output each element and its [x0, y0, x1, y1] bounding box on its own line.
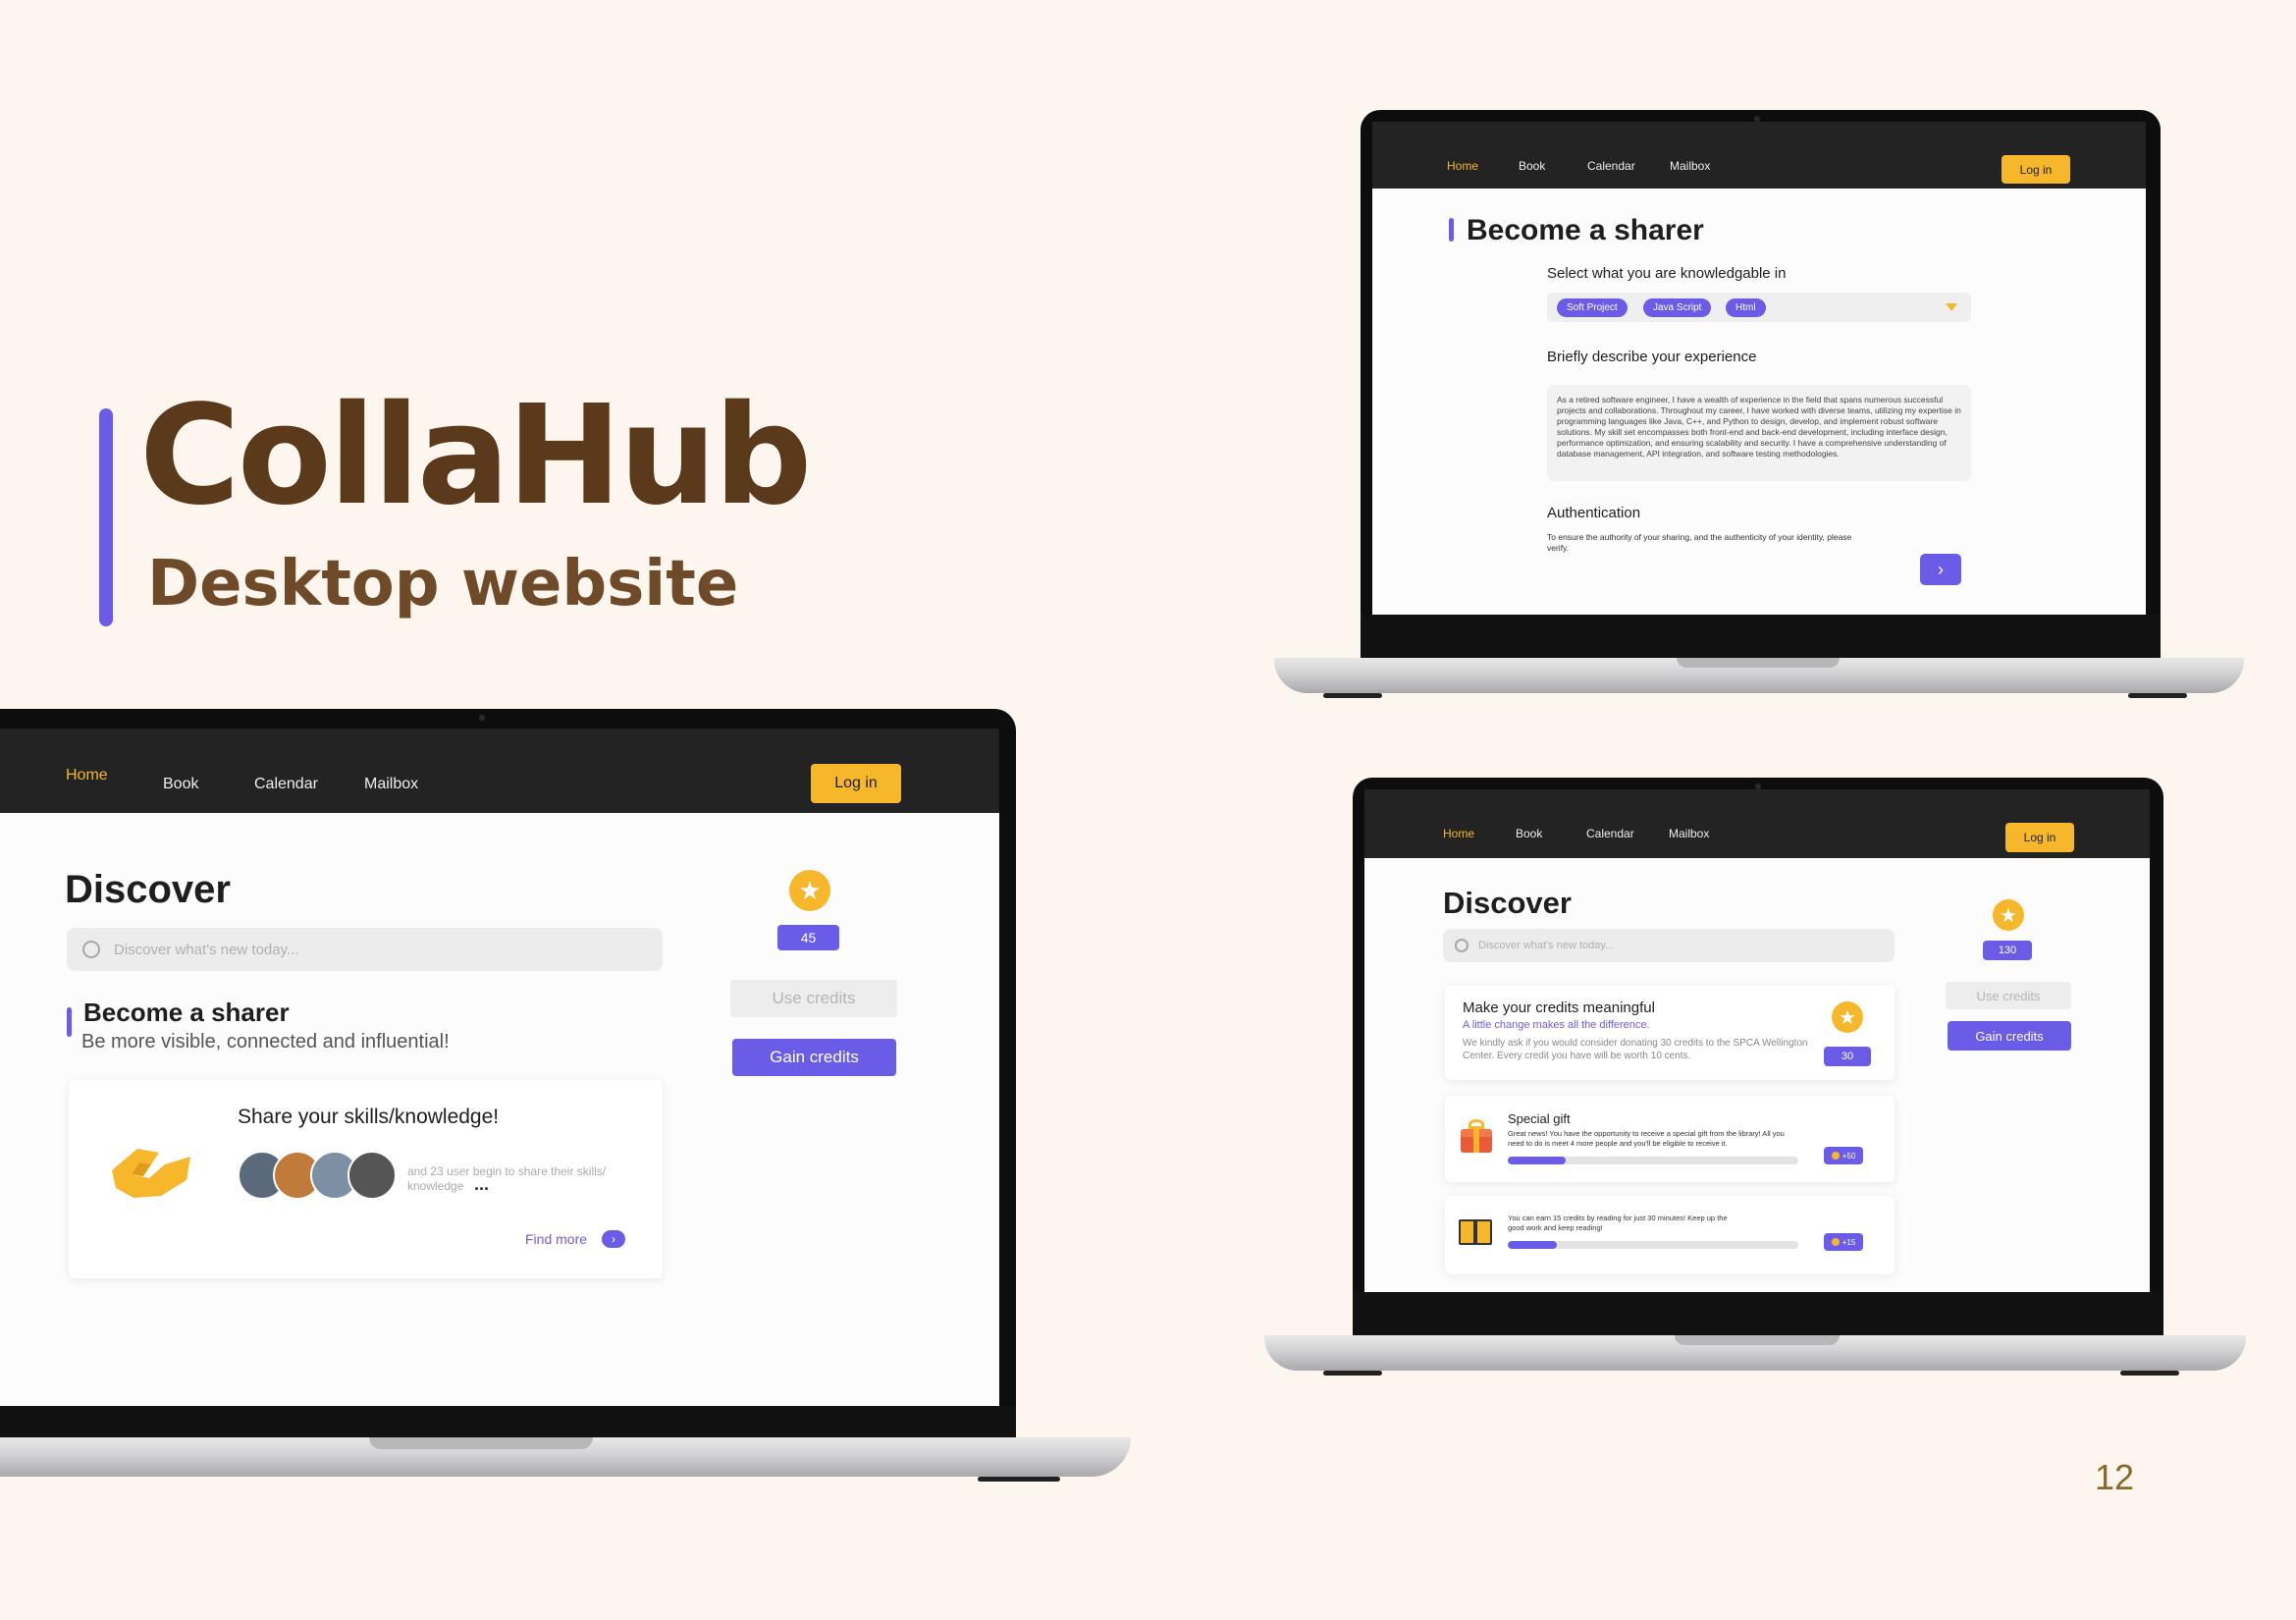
users-text: and 23 user begin to share their skills/… [407, 1164, 607, 1193]
auth-text: To ensure the authority of your sharing,… [1547, 532, 1852, 553]
reading-reward: +15 [1842, 1237, 1856, 1247]
gift-progress-fill [1508, 1157, 1567, 1164]
experience-label: Briefly describe your experience [1547, 349, 1757, 365]
nav-book[interactable]: Book [1519, 159, 1545, 173]
screen-discover-large: Home Book Calendar Mailbox Log in Discov… [0, 729, 999, 1406]
share-card-title: Share your skills/knowledge! [238, 1106, 500, 1128]
screen-discover-small: Home Book Calendar Mailbox Log in Discov… [1364, 789, 2150, 1292]
gain-credits-button[interactable]: Gain credits [732, 1039, 896, 1076]
donate-amount[interactable]: 30 [1824, 1047, 1871, 1066]
gift-card[interactable]: Special gift Great news! You have the op… [1445, 1096, 1895, 1182]
nav-calendar[interactable]: Calendar [1586, 827, 1634, 840]
login-button[interactable]: Log in [811, 764, 901, 803]
donate-title: Make your credits meaningful [1463, 999, 1655, 1016]
donate-card[interactable]: Make your credits meaningful A little ch… [1445, 986, 1895, 1080]
auth-title: Authentication [1547, 505, 1641, 521]
nav-home[interactable]: Home [1443, 827, 1474, 840]
use-credits-button[interactable]: Use credits [1946, 982, 2071, 1009]
brand-subtitle: Desktop website [147, 548, 739, 621]
section-accent-bar [67, 1007, 72, 1037]
next-button[interactable]: › [1920, 554, 1961, 585]
form-title: Become a sharer [1467, 214, 1704, 246]
gift-icon [1461, 1119, 1492, 1153]
gift-title: Special gift [1508, 1111, 1571, 1126]
credits-badge: 45 [777, 925, 839, 950]
nav-book[interactable]: Book [163, 776, 198, 793]
chevron-down-icon[interactable] [1946, 303, 1957, 311]
nav-calendar[interactable]: Calendar [1587, 159, 1635, 173]
laptop-discover-small: Home Book Calendar Mailbox Log in Discov… [1264, 778, 2250, 1378]
handshake-icon [112, 1149, 190, 1198]
chevron-right-icon[interactable]: › [602, 1230, 625, 1248]
search-input[interactable]: Discover what's new today... [1443, 929, 1895, 962]
laptop-discover-large: Home Book Calendar Mailbox Log in Discov… [0, 709, 1139, 1494]
donate-text: We kindly ask if you would consider dona… [1463, 1038, 1808, 1061]
nav-mailbox[interactable]: Mailbox [1670, 159, 1710, 173]
brand-title: CollaHub [139, 376, 812, 536]
select-label: Select what you are knowledgable in [1547, 265, 1787, 282]
nav-home[interactable]: Home [66, 767, 108, 784]
search-icon [1455, 939, 1468, 952]
use-credits-button[interactable]: Use credits [730, 980, 897, 1017]
skills-select[interactable]: Soft Project Java Script Html [1547, 293, 1971, 322]
search-icon [82, 941, 100, 958]
avatar [347, 1151, 397, 1200]
find-more-link[interactable]: Find more [525, 1231, 587, 1247]
laptop-sharer-form: Home Book Calendar Mailbox Log in Become… [1274, 110, 2248, 699]
navbar: Home Book Calendar Mailbox Log in [1364, 789, 2150, 858]
reading-text: You can earn 15 credits by reading for j… [1508, 1214, 1728, 1232]
nav-book[interactable]: Book [1516, 827, 1542, 840]
login-button[interactable]: Log in [2005, 823, 2074, 852]
gain-credits-button[interactable]: Gain credits [1948, 1021, 2071, 1051]
reading-progress-fill [1508, 1241, 1558, 1249]
nav-calendar[interactable]: Calendar [254, 776, 318, 793]
reading-reward-badge: +15 [1824, 1233, 1863, 1251]
screen-sharer-form: Home Book Calendar Mailbox Log in Become… [1372, 122, 2146, 615]
reading-progress-bar [1508, 1241, 1798, 1249]
title-accent-bar [1449, 218, 1454, 242]
gift-text: Great news! You have the opportunity to … [1508, 1129, 1785, 1148]
search-placeholder: Discover what's new today... [1478, 940, 1615, 951]
search-input[interactable]: Discover what's new today... [67, 928, 663, 971]
title-accent-bar [99, 408, 113, 626]
donate-subtitle: A little change makes all the difference… [1463, 1019, 1650, 1031]
credits-badge: 130 [1983, 941, 2032, 960]
share-card[interactable]: Share your skills/knowledge! and 23 user… [69, 1080, 663, 1278]
skill-tag[interactable]: Java Script [1643, 298, 1712, 317]
section-subtitle: Be more visible, connected and influenti… [81, 1031, 450, 1053]
nav-mailbox[interactable]: Mailbox [1669, 827, 1709, 840]
reading-card[interactable]: You can earn 15 credits by reading for j… [1445, 1196, 1895, 1274]
more-indicator: ... [474, 1174, 490, 1194]
experience-textarea[interactable]: As a retired software engineer, I have a… [1547, 385, 1971, 481]
login-button[interactable]: Log in [2002, 155, 2070, 184]
navbar: Home Book Calendar Mailbox Log in [1372, 122, 2146, 189]
gift-progress-bar [1508, 1157, 1798, 1164]
navbar: Home Book Calendar Mailbox Log in [0, 729, 999, 813]
skill-tag[interactable]: Soft Project [1557, 298, 1628, 317]
star-icon: ★ [1993, 899, 2024, 931]
nav-mailbox[interactable]: Mailbox [364, 776, 418, 793]
gift-reward-badge: +50 [1824, 1147, 1863, 1164]
book-icon [1459, 1219, 1494, 1247]
search-placeholder: Discover what's new today... [114, 941, 299, 958]
skill-tag[interactable]: Html [1726, 298, 1766, 317]
page-title: Discover [1443, 886, 1572, 920]
page-number: 12 [2095, 1457, 2135, 1497]
page-title: Discover [65, 868, 231, 911]
nav-home[interactable]: Home [1447, 159, 1478, 173]
star-icon: ★ [789, 870, 830, 911]
section-title: Become a sharer [83, 998, 290, 1027]
star-icon: ★ [1832, 1001, 1863, 1033]
gift-reward: +50 [1842, 1151, 1856, 1161]
